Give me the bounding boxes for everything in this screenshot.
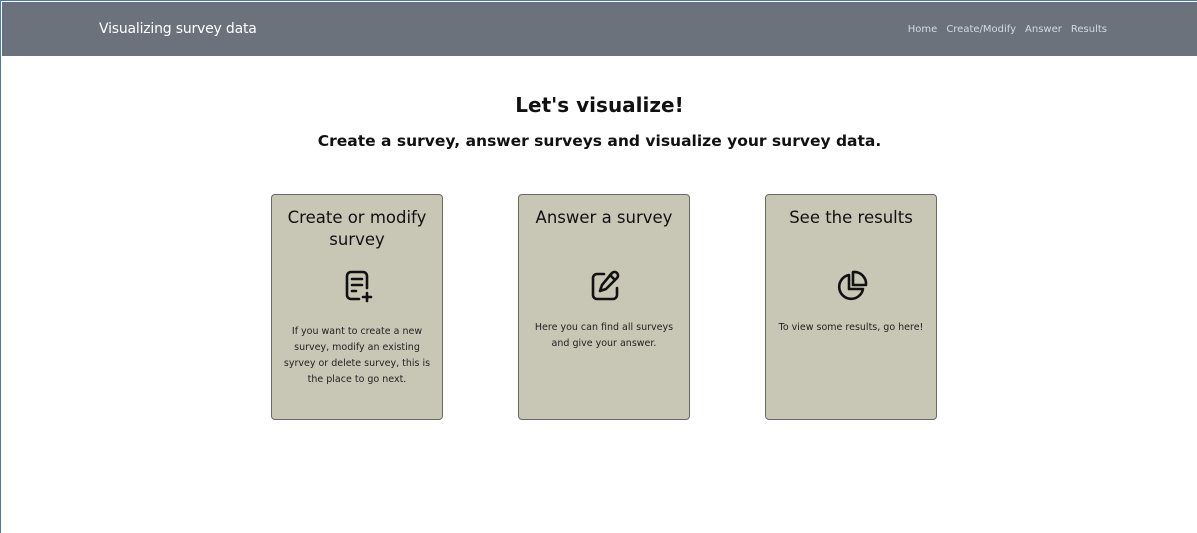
page-subtitle: Create a survey, answer surveys and visu… — [317, 132, 882, 150]
document-plus-icon — [272, 266, 444, 306]
card-title: Answer a survey — [535, 208, 673, 227]
nav-links: Home Create/Modify Answer Results — [908, 24, 1107, 35]
card-description: Here you can find all surveys and give y… — [534, 322, 674, 349]
card-description: To view some results, go here! — [778, 322, 924, 333]
nav-link-results[interactable]: Results — [1071, 24, 1107, 35]
pie-chart-icon — [766, 266, 938, 306]
page-title: Let's visualize! — [515, 93, 684, 117]
card-title: Create or modify survey — [287, 208, 427, 249]
page-frame: Visualizing survey data Home Create/Modi… — [0, 0, 1197, 533]
nav-link-answer[interactable]: Answer — [1025, 24, 1062, 35]
nav-link-create-modify[interactable]: Create/Modify — [946, 24, 1016, 35]
nav-link-home[interactable]: Home — [908, 24, 938, 35]
card-description: If you want to create a new survey, modi… — [283, 326, 431, 385]
navbar: Visualizing survey data Home Create/Modi… — [2, 2, 1197, 56]
card-results[interactable]: See the results To view some results, go… — [765, 194, 937, 420]
card-title: See the results — [789, 208, 913, 227]
brand-title[interactable]: Visualizing survey data — [99, 21, 257, 37]
card-answer[interactable]: Answer a survey Here you can find all su… — [518, 194, 690, 420]
edit-icon — [519, 266, 691, 306]
card-create-modify[interactable]: Create or modify survey If you want to c… — [271, 194, 443, 420]
